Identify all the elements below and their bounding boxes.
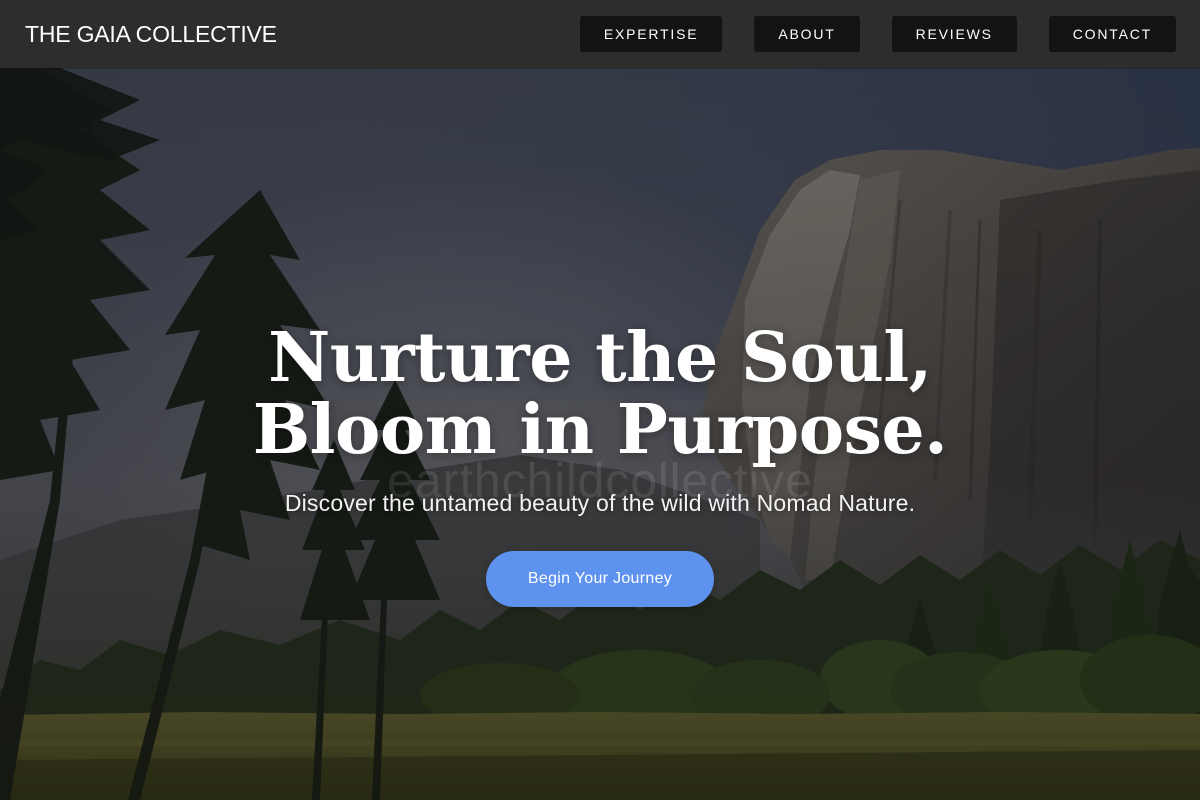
hero-title-line-2: Bloom in Purpose. [252,390,948,470]
brand-logo[interactable]: THE GAIA COLLECTIVE [25,21,277,48]
nav-button-about[interactable]: ABOUT [754,16,860,52]
nav-button-contact[interactable]: CONTACT [1048,16,1176,52]
landing-page: THE GAIA COLLECTIVE EXPERTISE ABOUT REVI… [0,0,1200,800]
nav-links: EXPERTISE ABOUT REVIEWS CONTACT [579,16,1176,52]
hero-title: Nurture the Soul, Bloom in Purpose. [253,322,948,466]
nav-button-expertise[interactable]: EXPERTISE [579,16,723,52]
navbar: THE GAIA COLLECTIVE EXPERTISE ABOUT REVI… [0,0,1200,68]
hero-section: Nurture the Soul, Bloom in Purpose. Disc… [0,322,1200,607]
hero-subtitle: Discover the untamed beauty of the wild … [284,490,916,516]
hero-title-line-1: Nurture the Soul, [268,318,932,398]
begin-journey-button[interactable]: Begin Your Journey [486,551,714,607]
nav-button-reviews[interactable]: REVIEWS [891,16,1017,52]
